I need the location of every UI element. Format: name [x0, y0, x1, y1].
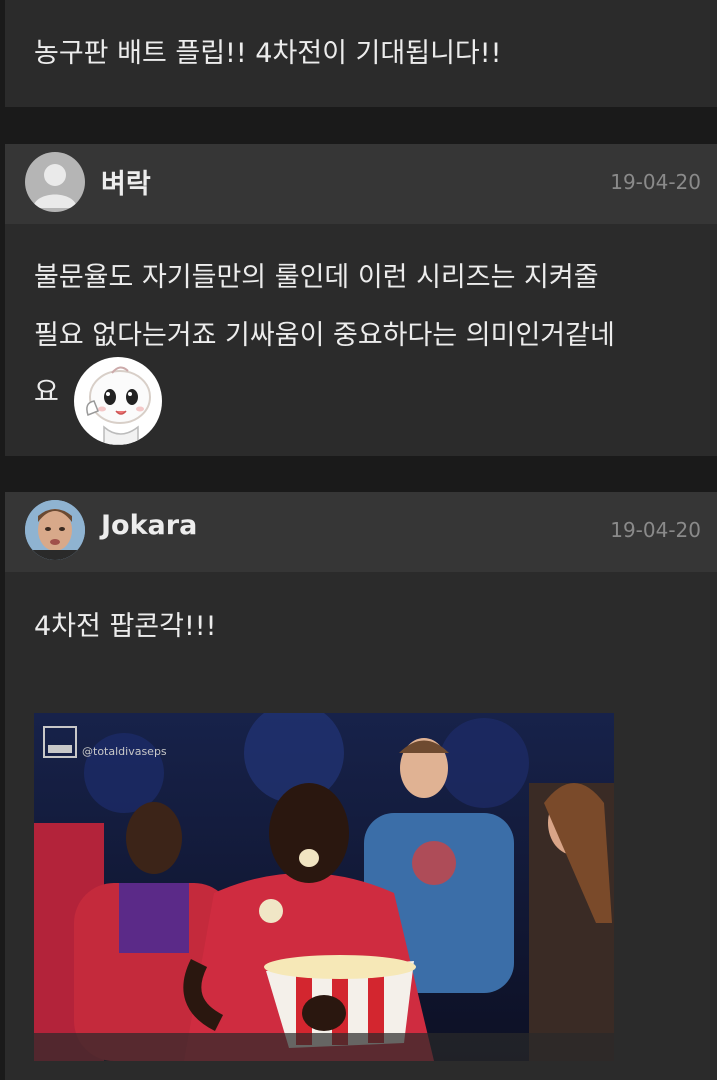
- comment-header: Jokara 19-04-20: [5, 492, 717, 572]
- comment-card-3: Jokara 19-04-20 4차전 팝콘각!!! @totaldivasep…: [5, 492, 717, 1080]
- comment-text: 농구판 배트 플립!! 4차전이 기대됩니다!!: [34, 38, 502, 69]
- comment-line-2: 필요 없다는거죠 기싸움이 중요하다는 의미인거같네: [34, 320, 615, 351]
- profile-photo-avatar[interactable]: [25, 500, 85, 560]
- cartoon-face-emoticon: [74, 357, 162, 445]
- comment-card-2: 벼락 19-04-20 불문율도 자기들만의 룰인데 이런 시리즈는 지켜줄 필…: [5, 144, 717, 456]
- comment-date: 19-04-20: [610, 170, 701, 194]
- comment-line-1: 불문율도 자기들만의 룰인데 이런 시리즈는 지켜줄: [34, 262, 599, 293]
- comment-line-3: 요: [34, 377, 59, 408]
- comment-date: 19-04-20: [610, 518, 701, 542]
- comment-card-1: 농구판 배트 플립!! 4차전이 기대됩니다!!: [5, 0, 717, 107]
- default-user-icon[interactable]: [25, 152, 85, 212]
- comment-header: 벼락 19-04-20: [5, 144, 717, 224]
- comment-text: 4차전 팝콘각!!!: [34, 611, 217, 642]
- author-name[interactable]: Jokara: [101, 510, 197, 541]
- author-name[interactable]: 벼락: [101, 162, 151, 201]
- gif-watermark: @totaldivaseps: [82, 745, 167, 758]
- popcorn-eating-gif[interactable]: @totaldivaseps: [34, 713, 614, 1061]
